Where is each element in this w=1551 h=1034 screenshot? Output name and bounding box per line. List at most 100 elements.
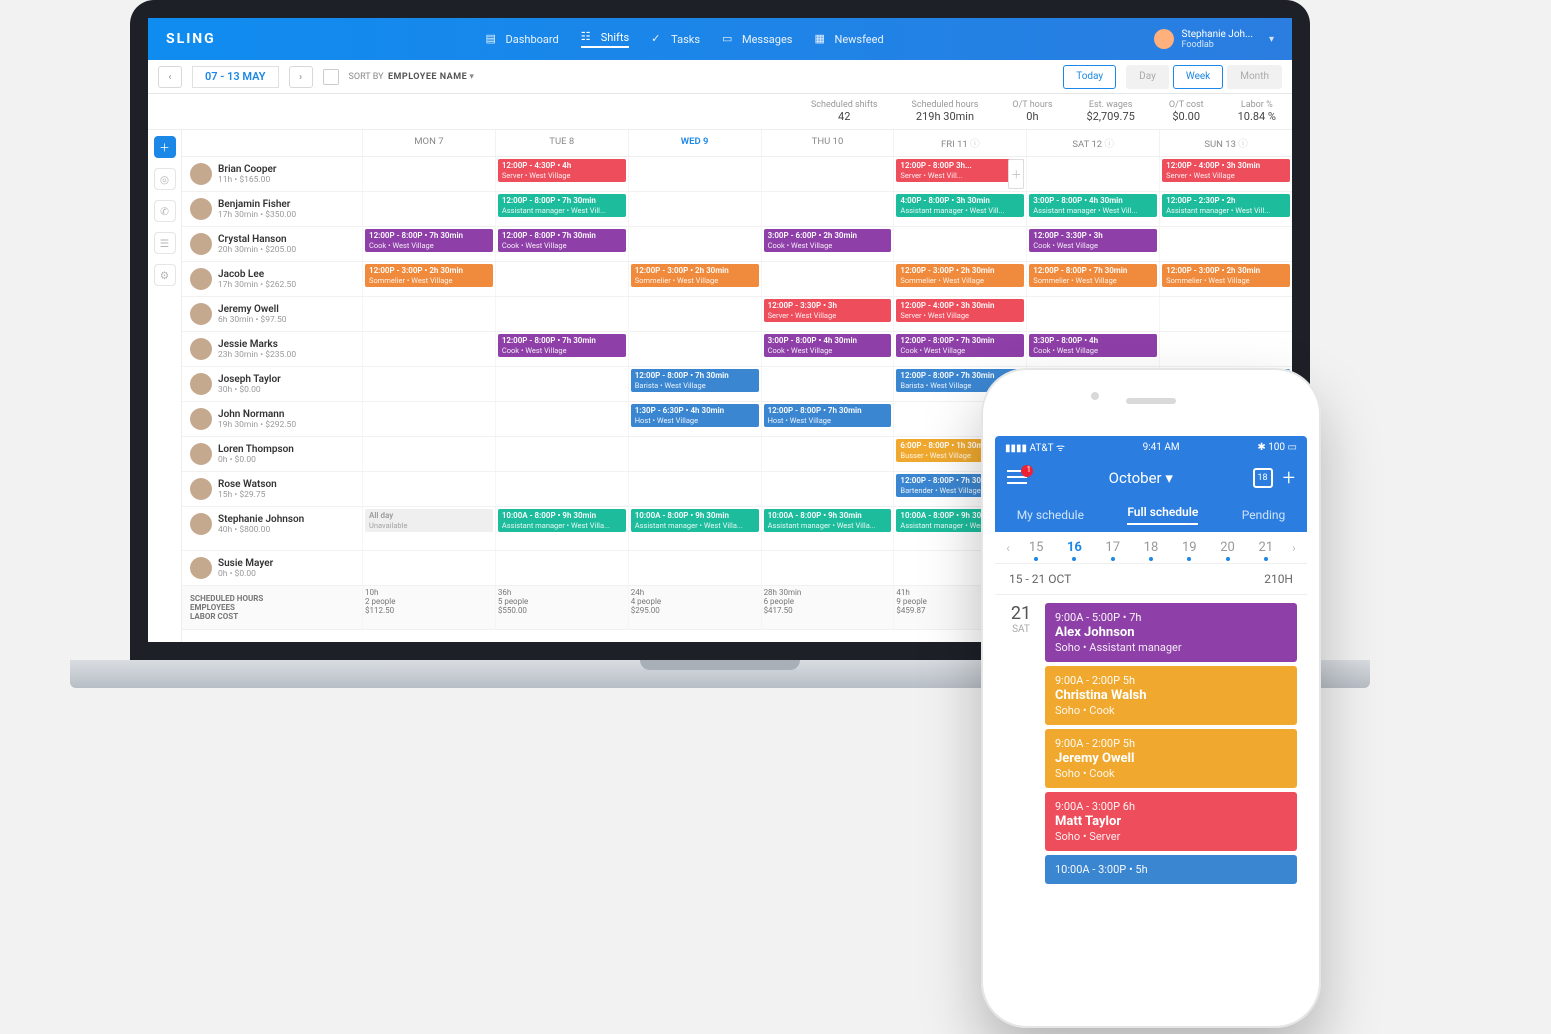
shift-block[interactable]: 10:00A - 8:00P • 9h 30minAssistant manag… [764, 509, 892, 532]
shift-block[interactable]: 3:00P - 8:00P • 4h 30minCook • West Vill… [764, 334, 892, 357]
sort-by[interactable]: SORT BY EMPLOYEE NAME ▾ [349, 72, 474, 82]
phone-tab[interactable]: Full schedule [1127, 505, 1198, 525]
phone-shift[interactable]: 9:00A - 2:00P 5hChristina WalshSoho • Co… [1045, 666, 1297, 725]
next-week-button[interactable]: › [289, 66, 313, 88]
shift-block[interactable]: 12:00P - 8:00P • 7h 30minBarista • West … [631, 369, 759, 392]
shift-block[interactable]: 3:00P - 8:00P • 4h 30minAssistant manage… [1029, 194, 1157, 217]
phone-title[interactable]: October ▾ [1029, 469, 1253, 487]
day-header[interactable]: SAT 12 ⓘ [1026, 130, 1159, 156]
add-shift-icon[interactable]: ＋ [1008, 159, 1024, 189]
nav-dashboard[interactable]: ▤Dashboard [486, 30, 559, 48]
menu-icon[interactable]: 1 [1007, 469, 1029, 487]
add-icon[interactable]: + [1283, 466, 1295, 491]
day-header[interactable]: WED 9 [628, 130, 761, 156]
day-header[interactable]: FRI 11 ⓘ [893, 130, 1026, 156]
shift-block[interactable]: 10:00A - 8:00P • 9h 30minAssistant manag… [498, 509, 626, 532]
view-day[interactable]: Day [1126, 65, 1169, 89]
user-menu[interactable]: Stephanie Joh... Foodlab ▾ [1154, 29, 1274, 50]
phone-tab[interactable]: My schedule [1017, 508, 1084, 522]
shift-block[interactable]: 12:00P - 3:00P • 2h 30minSommelier • Wes… [1162, 264, 1290, 287]
employee-cell[interactable]: Rose Watson15h • $29.75 [184, 474, 360, 504]
shift-block[interactable]: 12:00P - 8:00P • 7h 30minCook • West Vil… [896, 334, 1024, 357]
employee-row: Jeremy Owell6h 30min • $97.50 12:00P - 3:… [182, 297, 1292, 332]
phone-content: 21 SAT 9:00A - 5:00P • 7hAlex JohnsonSoh… [995, 595, 1307, 1008]
employee-cell[interactable]: Crystal Hanson20h 30min • $205.00 [184, 229, 360, 259]
phone-day[interactable]: 17 [1094, 540, 1132, 555]
day-header[interactable]: THU 10 [761, 130, 894, 156]
rail-list-icon[interactable]: ☰ [154, 232, 176, 254]
day-column: 21 SAT [1005, 603, 1037, 1000]
employee-cell[interactable]: Jacob Lee17h 30min • $262.50 [184, 264, 360, 294]
shift-block[interactable]: All dayUnavailable [365, 509, 493, 532]
add-shift-button[interactable]: ＋ [154, 136, 176, 158]
rail-phone-icon[interactable]: ✆ [154, 200, 176, 222]
today-button[interactable]: Today [1063, 65, 1116, 89]
shift-block[interactable]: 12:00P - 3:30P • 3hCook • West Village [1029, 229, 1157, 252]
phone-tab[interactable]: Pending [1242, 508, 1286, 522]
phone-day[interactable]: 18 [1132, 540, 1170, 555]
shift-block[interactable]: 1:30P - 6:30P • 4h 30minHost • West Vill… [631, 404, 759, 427]
phone-day[interactable]: 21 [1247, 540, 1285, 555]
phone-shift[interactable]: 9:00A - 5:00P • 7hAlex JohnsonSoho • Ass… [1045, 603, 1297, 662]
employee-cell[interactable]: Loren Thompson0h • $0.00 [184, 439, 360, 469]
shift-block[interactable]: 12:00P - 8:00P • 7h 30minCook • West Vil… [498, 334, 626, 357]
employee-cell[interactable]: Jeremy Owell6h 30min • $97.50 [184, 299, 360, 329]
nav-newsfeed[interactable]: ▦Newsfeed [814, 30, 883, 48]
day-header[interactable]: MON 7 [362, 130, 495, 156]
day-header[interactable]: SUN 13 ⓘ [1159, 130, 1292, 156]
sort-by-label: SORT BY [349, 72, 384, 82]
nav-shifts[interactable]: ☷Shifts [581, 30, 629, 48]
employee-cell[interactable]: John Normann19h 30min • $292.50 [184, 404, 360, 434]
shift-block[interactable]: 12:00P - 4:00P • 3h 30minServer • West V… [1162, 159, 1290, 182]
employee-cell[interactable]: Benjamin Fisher17h 30min • $350.00 [184, 194, 360, 224]
newsfeed-icon: ▦ [814, 32, 828, 46]
shift-block[interactable]: 12:00P - 8:00P • 7h 30minAssistant manag… [498, 194, 626, 217]
phone-day[interactable]: 15 [1017, 540, 1055, 555]
shift-block[interactable]: 12:00P - 4:00P • 3h 30minServer • West V… [896, 299, 1024, 322]
shift-block[interactable]: 12:00P - 3:00P • 2h 30minSommelier • Wes… [365, 264, 493, 287]
shift-block[interactable]: 12:00P - 8:00P • 7h 30minHost • West Vil… [764, 404, 892, 427]
rail-location-icon[interactable]: ◎ [154, 168, 176, 190]
employee-cell[interactable]: Jessie Marks23h 30min • $235.00 [184, 334, 360, 364]
shift-block[interactable]: 3:00P - 6:00P • 2h 30minCook • West Vill… [764, 229, 892, 252]
employee-cell[interactable]: Susie Mayer0h • $0.00 [184, 553, 360, 583]
shift-block[interactable]: 12:00P - 4:30P • 4hServer • West Village [498, 159, 626, 182]
avatar [190, 373, 212, 395]
phone-shift[interactable]: 9:00A - 2:00P 5hJeremy OwellSoho • Cook [1045, 729, 1297, 788]
shift-block[interactable]: 12:00P - 3:00P • 2h 30minSommelier • Wes… [631, 264, 759, 287]
phone-day[interactable]: 16 [1055, 540, 1093, 555]
shift-block[interactable]: 10:00A - 8:00P • 9h 30minAssistant manag… [631, 509, 759, 532]
shift-block[interactable]: 4:00P - 8:00P • 3h 30minAssistant manage… [896, 194, 1024, 217]
day-header[interactable]: TUE 8 [495, 130, 628, 156]
days-next[interactable]: › [1285, 541, 1303, 555]
employee-cell[interactable]: Joseph Taylor30h • $0.00 [184, 369, 360, 399]
phone-frame: ▮▮▮▮ AT&T ᯤ 9:41 AM ✱ 100 ▭ 1 October ▾ … [981, 368, 1321, 1028]
prev-week-button[interactable]: ‹ [158, 66, 182, 88]
date-range[interactable]: 07 - 13 MAY [192, 66, 279, 88]
view-week[interactable]: Week [1173, 65, 1223, 89]
shift-block[interactable]: 12:00P - 3:00P • 2h 30minSommelier • Wes… [896, 264, 1024, 287]
employee-cell[interactable]: Brian Cooper11h • $165.00 [184, 159, 360, 189]
nav-messages[interactable]: ▭Messages [722, 30, 792, 48]
calendar-icon[interactable]: 18 [1253, 468, 1273, 488]
rail-filter-icon[interactable]: ⚙ [154, 264, 176, 286]
shift-block[interactable]: 12:00P - 3:30P • 3hServer • West Village [764, 299, 892, 322]
shift-block[interactable]: 12:00P - 8:00P • 7h 30minCook • West Vil… [498, 229, 626, 252]
shift-block[interactable]: 12:00P - 2:30P • 2hAssistant manager • W… [1162, 194, 1290, 217]
phone-day[interactable]: 20 [1208, 540, 1246, 555]
shifts-icon: ☷ [581, 30, 595, 44]
shift-block[interactable]: 12:00P - 8:00P 3h...Server • West Vill..… [896, 159, 1024, 182]
phone-shift[interactable]: 9:00A - 3:00P 6hMatt TaylorSoho • Server [1045, 792, 1297, 851]
phone-day[interactable]: 19 [1170, 540, 1208, 555]
shift-block[interactable]: 3:30P - 8:00P • 4hCook • West Village [1029, 334, 1157, 357]
employee-cell[interactable]: Stephanie Johnson40h • $800.00 [184, 509, 360, 539]
phone-shift[interactable]: 10:00A - 3:00P • 5h [1045, 855, 1297, 884]
shift-block[interactable]: 12:00P - 8:00P • 7h 30minSommelier • Wes… [1029, 264, 1157, 287]
stat: Scheduled hours219h 30min [912, 100, 979, 123]
view-month[interactable]: Month [1227, 65, 1282, 89]
nav-tasks[interactable]: ✓Tasks [651, 30, 700, 48]
shift-block[interactable]: 12:00P - 8:00P • 7h 30minCook • West Vil… [365, 229, 493, 252]
select-all-checkbox[interactable] [323, 69, 339, 85]
days-prev[interactable]: ‹ [999, 541, 1017, 555]
battery-pct: 100 [1268, 442, 1285, 453]
